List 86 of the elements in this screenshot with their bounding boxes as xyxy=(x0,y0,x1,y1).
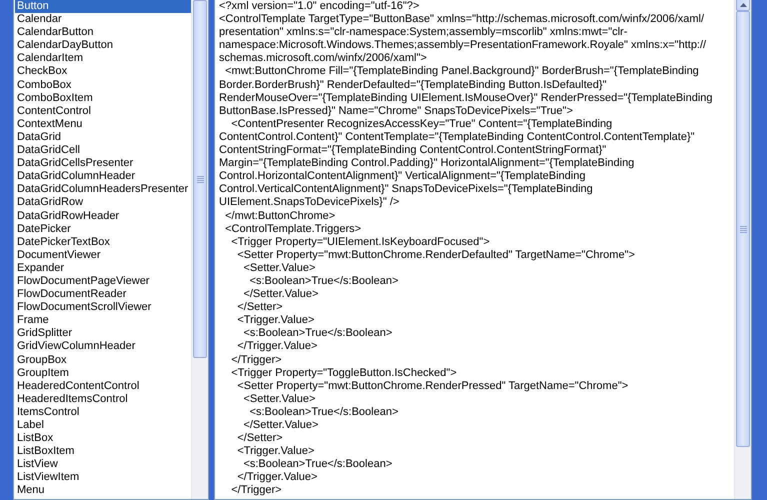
scrollbar[interactable] xyxy=(734,0,751,499)
list-item[interactable]: Expander xyxy=(15,262,191,275)
code-line: <ControlTemplate TargetType="ButtonBase" xmlns="http://schemas.microsoft.com/winfx/2006/xaml/ xyxy=(219,13,706,26)
code-line: <s:Boolean>True</s:Boolean> xyxy=(248,274,400,288)
list-item[interactable]: ContextMenu xyxy=(15,118,191,131)
code-line: <Setter Property="mwt:ButtonChrome.RenderDefaulted" TargetName="Chrome"> xyxy=(236,248,636,262)
code-line: <Setter Property="mwt:ButtonChrome.RenderPressed" TargetName="Chrome"> xyxy=(236,380,630,393)
list-item[interactable]: CheckBox xyxy=(15,65,191,79)
code-line: RenderMouseOver="{TemplateBinding UIElement.IsMouseOver}" RenderPressed="{TemplateBinding xyxy=(219,92,714,105)
list-item[interactable]: Label xyxy=(15,419,191,432)
code-line: <s:Boolean>True</s:Boolean> xyxy=(242,458,394,472)
list-item[interactable]: GridViewColumnHeader xyxy=(15,340,191,354)
code-line: Border.BorderBrush}" RenderDefaulted="{TemplateBinding Button.IsDefaulted}" xyxy=(219,78,608,92)
code-line: Control.VerticalContentAlignment}" SnapsToDevicePixels="{TemplateBinding xyxy=(219,183,594,196)
code-line: <Setter.Value> xyxy=(242,392,316,406)
code-line: </Setter> xyxy=(236,301,284,314)
code-line: </Trigger> xyxy=(230,484,283,498)
grip-icon xyxy=(196,176,204,182)
template-list[interactable] xyxy=(13,0,209,500)
list-item[interactable]: DataGridCell xyxy=(15,144,191,158)
list-item[interactable]: GroupBox xyxy=(15,354,191,367)
list-item[interactable]: Button xyxy=(15,0,191,14)
list-item[interactable]: DataGrid xyxy=(15,130,191,144)
code-line: <ControlTemplate.Triggers> xyxy=(224,222,362,236)
code-line: namespace:Microsoft.Windows.Themes;assembly=PresentationFramework.Royale" xmlns:x="http:// xyxy=(219,39,708,52)
list-item[interactable]: HeaderedContentControl xyxy=(15,380,191,393)
list-item[interactable]: DataGridColumnHeader xyxy=(15,170,191,184)
code-line: Control.HorizontalContentAlignment}" VerticalAlignment="{TemplateBinding xyxy=(219,170,586,184)
code-line: <Trigger Property="UIElement.IsKeyboardFocused"> xyxy=(230,236,491,249)
code-line: Margin="{TemplateBinding Control.Padding}" HorizontalAlignment="{TemplateBinding xyxy=(219,157,636,170)
list-item[interactable]: Frame xyxy=(15,314,191,328)
list-item[interactable]: ContentControl xyxy=(15,104,191,118)
list-item[interactable]: ListBox xyxy=(15,432,191,446)
list-item[interactable]: ComboBoxItem xyxy=(15,92,191,105)
list-item[interactable]: DataGridCellsPresenter xyxy=(15,157,191,170)
code-line: ContentControl.Content}" ContentTemplate="{TemplateBinding ContentControl.ContentTemplate}" xyxy=(219,130,696,144)
list-item[interactable]: FlowDocumentReader xyxy=(15,288,191,302)
code-line: </Trigger.Value> xyxy=(236,471,318,484)
list-item[interactable]: ListViewItem xyxy=(15,471,191,484)
list-item[interactable]: CalendarButton xyxy=(15,26,191,40)
list-item[interactable]: CalendarDayButton xyxy=(15,39,191,52)
scroll-thumb[interactable] xyxy=(193,0,207,358)
code-line: <ContentPresenter RecognizesAccessKey="True" Content="{TemplateBinding xyxy=(230,118,614,131)
code-line: ContentStringFormat="{TemplateBinding ContentControl.ContentStringFormat}" xyxy=(219,144,608,158)
list-item[interactable]: Calendar xyxy=(15,13,191,26)
code-line: </Setter.Value> xyxy=(242,288,320,302)
list-item[interactable]: DataGridColumnHeadersPresenter xyxy=(15,183,191,196)
code-line: <Trigger.Value> xyxy=(236,445,316,458)
list-item[interactable]: HeaderedItemsControl xyxy=(15,392,191,406)
list-item[interactable]: ListBoxItem xyxy=(15,445,191,458)
code-line: <s:Boolean>True</s:Boolean> xyxy=(242,327,394,340)
list-item[interactable]: Menu xyxy=(15,484,191,498)
code-line: </Setter> xyxy=(236,432,284,446)
code-line: <Trigger.Value> xyxy=(236,314,316,328)
list-item[interactable]: DataGridRow xyxy=(15,196,191,210)
code-line: </mwt:ButtonChrome> xyxy=(224,210,336,223)
list-item[interactable]: ComboBox xyxy=(15,78,191,92)
code-line: <?xml version="1.0" encoding="utf-16"?> xyxy=(219,0,420,14)
list-item[interactable]: DataGridRowHeader xyxy=(15,210,191,223)
code-line: schemas.microsoft.com/winfx/2006/xaml"> xyxy=(219,52,428,66)
list-item[interactable]: CalendarItem xyxy=(15,52,191,66)
xaml-text-area[interactable] xyxy=(214,0,752,500)
code-line: </Trigger> xyxy=(230,354,283,367)
code-line: <mwt:ButtonChrome Fill="{TemplateBinding Panel.Background}" BorderBrush="{TemplateBinding xyxy=(224,65,700,79)
list-item[interactable]: GridSplitter xyxy=(15,327,191,340)
list-item[interactable]: FlowDocumentScrollViewer xyxy=(15,301,191,314)
code-line: </Trigger.Value> xyxy=(236,340,318,354)
list-item[interactable]: FlowDocumentPageViewer xyxy=(15,274,191,288)
code-line: </Setter.Value> xyxy=(242,419,320,432)
code-line: presentation" xmlns:s="clr-namespace:System;assembly=mscorlib" xmlns:mwt="clr- xyxy=(219,26,628,40)
list-item[interactable]: ListView xyxy=(15,458,191,472)
code-line: <Setter.Value> xyxy=(242,262,316,275)
code-line: <Trigger Property="ToggleButton.IsChecked"> xyxy=(230,366,458,380)
list-item[interactable]: GroupItem xyxy=(15,366,191,380)
list-item[interactable]: DocumentViewer xyxy=(15,248,191,262)
list-item[interactable]: DatePicker xyxy=(15,222,191,236)
grip-icon xyxy=(740,226,746,232)
scroll-up-button[interactable] xyxy=(736,0,750,11)
code-line: <s:Boolean>True</s:Boolean> xyxy=(248,406,400,419)
code-line: ButtonBase.IsPressed}" Name="Chrome" SnapsToDevicePixels="True"> xyxy=(219,104,574,118)
up-arrow-icon xyxy=(740,3,746,7)
list-item[interactable]: DatePickerTextBox xyxy=(15,236,191,249)
scrollbar[interactable] xyxy=(191,0,208,499)
list-item[interactable]: ItemsControl xyxy=(15,406,191,419)
code-line: UIElement.SnapsToDevicePixels}" /> xyxy=(219,196,400,210)
scroll-thumb[interactable] xyxy=(736,11,750,447)
